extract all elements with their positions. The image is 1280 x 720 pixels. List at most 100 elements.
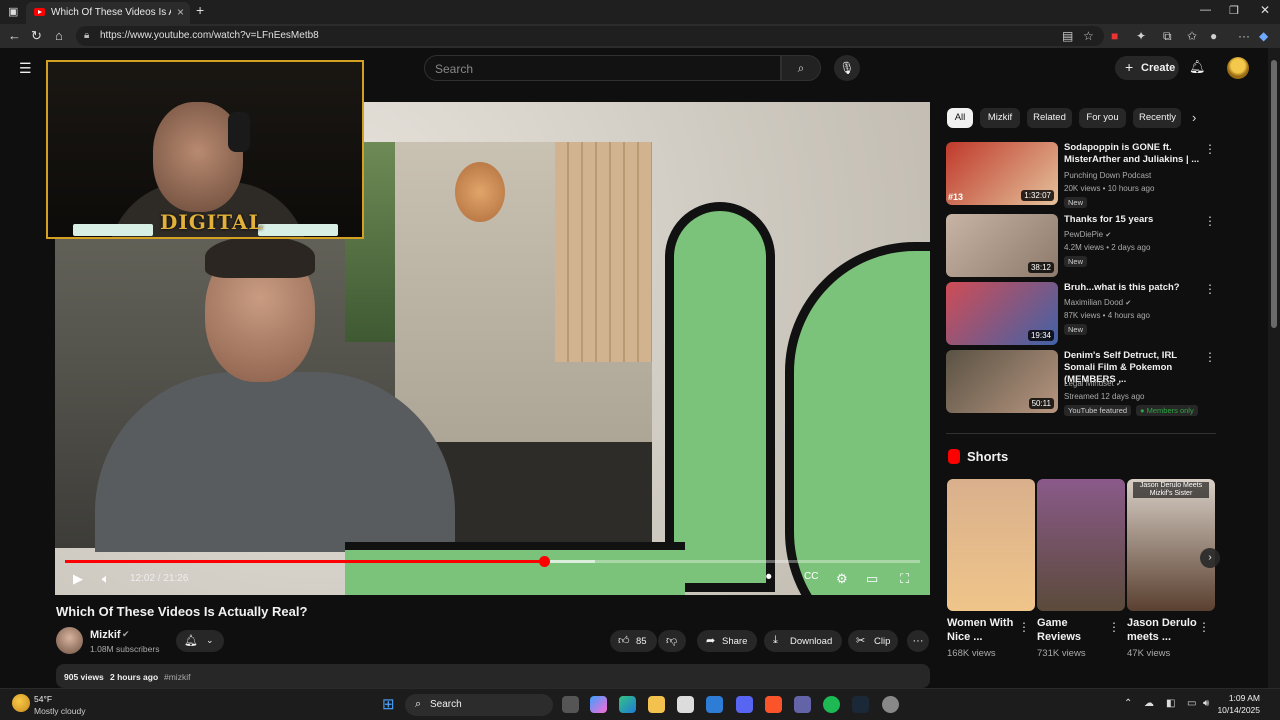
recommendation-item[interactable]: 19:34 Bruh...what is this patch? Maximil… [946,282,1216,348]
app-icon[interactable] [882,696,899,713]
tray-app-icon[interactable]: ◧ [1166,698,1175,709]
shorts-next-button[interactable]: › [1200,548,1220,568]
description-box[interactable]: 905 views 2 hours ago #mizkif [56,664,930,688]
split-screen-icon[interactable]: ⧉ [1163,29,1172,44]
more-options-icon[interactable]: ⋮ [1204,214,1216,228]
progress-bar[interactable] [65,556,920,567]
fullscreen-icon[interactable]: ⛶ [900,571,909,587]
chip-related[interactable]: Related [1027,108,1072,128]
scrubber-handle[interactable] [538,556,550,567]
volume-icon[interactable]: 🔈︎ [102,571,110,587]
search-button[interactable]: ⌕ [781,55,821,81]
store-app-icon[interactable] [677,696,694,713]
favorites-icon[interactable]: ✩ [1187,29,1197,43]
more-options-icon[interactable]: ⋮ [1204,350,1216,364]
subscribed-notifications-button[interactable]: 🔔︎ ⌄ [176,630,224,652]
more-options-icon[interactable]: ⋮ [1108,620,1120,634]
recommendation-item[interactable]: 38:12 Thanks for 15 years PewDiePie ✔ 4.… [946,214,1216,280]
account-avatar[interactable] [1227,57,1249,79]
play-icon[interactable]: ▶ [73,571,83,587]
short-title[interactable]: Game Reviews [1037,616,1109,644]
chip-mizkif[interactable]: Mizkif [980,108,1020,128]
chip-recently[interactable]: Recently [1133,108,1181,128]
more-options-icon[interactable]: ⋮ [1204,282,1216,296]
copilot-app-icon[interactable] [590,696,607,713]
browser-tab[interactable]: Which Of These Videos Is Actually Real? … [26,2,190,24]
more-options-icon[interactable]: ⋮ [1204,142,1216,156]
page-scrollbar[interactable] [1268,48,1280,688]
settings-gear-icon[interactable]: ⚙ [836,571,848,587]
tray-chevron-icon[interactable]: ⌃ [1124,698,1132,709]
more-options-icon[interactable]: ⋮ [1198,620,1210,634]
teams-app-icon[interactable] [794,696,811,713]
voice-search-button[interactable]: 🎙︎ [834,55,860,81]
taskbar-search[interactable]: ⌕ Search [405,694,553,716]
short-title[interactable]: Women With Nice ... [947,616,1019,644]
clock-date[interactable]: 10/14/2025 [1208,705,1260,715]
notifications-bell-icon[interactable]: 🔔︎ [1189,59,1206,75]
download-button[interactable]: ⤓ Download [764,630,842,652]
chevron-right-icon[interactable]: › [1192,110,1196,125]
chip-for-you[interactable]: For you [1079,108,1126,128]
recommendation-item[interactable]: #13 1:32:07 Sodapoppin is GONE ft. Miste… [946,142,1216,208]
close-window-icon[interactable]: ✕ [1260,3,1270,17]
chip-all[interactable]: All [947,108,973,128]
create-button[interactable]: + Create [1115,56,1179,80]
url-field[interactable]: 🔒︎ https://www.youtube.com/watch?v=LFnEe… [76,26,1104,46]
new-tab-icon[interactable]: + [196,2,204,18]
minimize-icon[interactable]: — [1200,4,1211,16]
channel-name[interactable]: Mizkif [90,629,121,641]
hashtag-link[interactable]: #mizkif [164,672,190,682]
network-icon[interactable]: ▭ [1187,698,1196,709]
search-icon: ⌕ [797,61,805,75]
copilot-icon[interactable]: ◆ [1259,29,1268,43]
short-thumbnail[interactable] [1037,479,1125,611]
brave-app-icon[interactable] [765,696,782,713]
new-badge: New [1064,197,1088,208]
spotify-app-icon[interactable] [823,696,840,713]
video-thumbnail[interactable]: 50:11 [946,350,1058,413]
maximize-icon[interactable]: ❐ [1229,4,1239,17]
task-view-icon[interactable] [562,696,579,713]
short-thumbnail[interactable]: Jason Derulo Meets Mizkif's Sister [1127,479,1215,611]
home-icon[interactable]: ⌂ [55,28,63,43]
video-thumbnail[interactable]: 38:12 [946,214,1058,277]
autoplay-toggle[interactable]: ⏺ [766,571,772,584]
hamburger-menu-icon[interactable]: ☰ [19,60,32,77]
onedrive-icon[interactable]: ☁ [1144,698,1154,709]
recommendation-item[interactable]: 50:11 Denim's Self Detruct, IRL Somali F… [946,350,1216,416]
dislike-button[interactable]: 👎︎ [658,630,686,652]
steam-app-icon[interactable] [852,696,869,713]
more-actions-button[interactable]: ··· [907,630,929,652]
video-thumbnail[interactable]: #13 1:32:07 [946,142,1058,205]
discord-app-icon[interactable] [736,696,753,713]
short-title[interactable]: Jason Derulo meets ... [1127,616,1199,644]
browser-menu-dots-icon[interactable]: ··· [1238,29,1250,43]
reload-icon[interactable]: ↻ [31,28,42,44]
share-button[interactable]: ➦ Share [697,630,757,652]
clip-button[interactable]: ✂ Clip [848,630,898,652]
search-input[interactable]: Search [424,55,781,81]
start-windows-icon[interactable]: ⊞ [382,695,395,713]
close-tab-icon[interactable]: × [177,5,184,19]
extension-icon[interactable]: ■ [1111,29,1118,43]
captions-icon[interactable]: CC [804,571,818,582]
reader-view-icon[interactable]: ▤ [1062,29,1073,43]
weather-icon[interactable] [12,694,30,712]
edge-app-icon[interactable] [619,696,636,713]
short-thumbnail[interactable] [947,479,1035,611]
extensions-puzzle-icon[interactable]: ✦ [1136,29,1146,43]
channel-avatar[interactable] [56,627,83,654]
browser-menu-icon[interactable]: ▣ [8,5,18,18]
collections-icon[interactable]: ● [1210,29,1217,43]
back-icon[interactable]: ← [8,28,21,43]
theater-mode-icon[interactable]: ▭ [866,571,878,587]
favorite-star-icon[interactable]: ☆ [1083,29,1094,43]
more-options-icon[interactable]: ⋮ [1018,620,1030,634]
scrollbar-thumb[interactable] [1271,60,1277,328]
clock-time[interactable]: 1:09 AM [1224,693,1260,703]
file-explorer-icon[interactable] [648,696,665,713]
like-button[interactable]: 👍︎ 85 [610,630,657,652]
outlook-app-icon[interactable] [706,696,723,713]
video-thumbnail[interactable]: 19:34 [946,282,1058,345]
